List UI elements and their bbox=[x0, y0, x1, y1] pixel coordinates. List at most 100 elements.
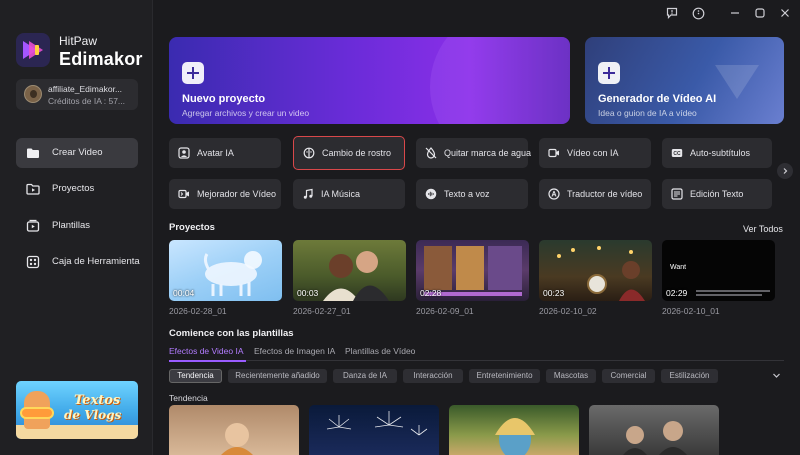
chip-mascotas[interactable]: Mascotas bbox=[546, 369, 596, 383]
brand-name: Edimakor bbox=[59, 49, 143, 69]
promo-banner[interactable]: Textos de Vlogs bbox=[16, 381, 138, 439]
plus-icon bbox=[598, 62, 620, 84]
project-date: 2026-02-28_01 bbox=[169, 306, 227, 316]
menu-button[interactable] bbox=[691, 6, 705, 20]
project-date: 2026-02-10_02 bbox=[539, 306, 597, 316]
close-icon bbox=[781, 9, 789, 17]
promo-title-2: de Vlogs bbox=[64, 408, 122, 422]
tools-next-button[interactable] bbox=[777, 163, 793, 179]
tab-plantillas-video[interactable]: Plantillas de Vídeo bbox=[345, 346, 415, 356]
tool-label: Traductor de vídeo bbox=[567, 189, 643, 199]
tool-edicion-texto[interactable]: Edición Texto bbox=[662, 179, 772, 209]
new-project-card[interactable]: Nuevo proyecto Agregar archivos y crear … bbox=[169, 37, 570, 124]
project-thumbnail[interactable]: 02:28 bbox=[416, 240, 529, 301]
tool-label: Auto-subtítulos bbox=[690, 148, 751, 158]
template-card[interactable] bbox=[309, 405, 439, 455]
folder-play-icon bbox=[26, 183, 40, 195]
template-card[interactable] bbox=[169, 405, 299, 455]
tool-label: Avatar IA bbox=[197, 148, 234, 158]
project-thumbnail[interactable]: Want 02:29 bbox=[662, 240, 775, 301]
tab-efectos-video-ia[interactable]: Efectos de Video IA bbox=[169, 346, 244, 356]
nav-item-crear-video[interactable]: Crear Video bbox=[16, 138, 138, 168]
nav-item-caja-herramienta[interactable]: Caja de Herramienta bbox=[16, 247, 140, 277]
nav-item-plantillas[interactable]: Plantillas bbox=[16, 211, 138, 241]
app-window: HitPaw Edimakor affiliate_Edimakor... Cr… bbox=[0, 0, 800, 455]
text-edit-icon bbox=[671, 188, 683, 200]
feedback-button[interactable] bbox=[665, 6, 679, 20]
sidebar: HitPaw Edimakor affiliate_Edimakor... Cr… bbox=[0, 0, 153, 455]
template-card[interactable] bbox=[589, 405, 719, 455]
maximize-button[interactable] bbox=[753, 6, 767, 20]
ai-generator-subtitle: Idea o guion de IA a vídeo bbox=[598, 108, 697, 118]
tool-traductor-video[interactable]: Traductor de vídeo bbox=[539, 179, 651, 209]
more-circle-icon bbox=[692, 7, 704, 19]
minimize-button[interactable] bbox=[728, 6, 742, 20]
video-ai-icon bbox=[548, 148, 559, 158]
project-duration: 02:28 bbox=[420, 288, 442, 298]
music-icon bbox=[303, 188, 313, 199]
tool-mejorador-video[interactable]: Mejorador de Vídeo bbox=[169, 179, 281, 209]
waveform-icon bbox=[425, 188, 437, 200]
chip-tendencia[interactable]: Tendencia bbox=[169, 369, 222, 383]
project-duration: 00:23 bbox=[543, 288, 565, 298]
tool-auto-subtitulos[interactable]: CC Auto-subtítulos bbox=[662, 138, 772, 168]
new-project-title: Nuevo proyecto bbox=[182, 93, 266, 105]
trending-label: Tendencia bbox=[169, 393, 208, 403]
project-thumbnail[interactable]: 00:04 bbox=[169, 240, 282, 301]
nav-item-proyectos[interactable]: Proyectos bbox=[16, 174, 138, 204]
fireworks-image bbox=[326, 411, 428, 436]
see-all-link[interactable]: Ver Todos bbox=[743, 224, 783, 234]
chip-danza-ia[interactable]: Danza de IA bbox=[333, 369, 397, 383]
tool-avatar-ia[interactable]: Avatar IA bbox=[169, 138, 281, 168]
template-card[interactable] bbox=[449, 405, 579, 455]
face-swap-icon bbox=[303, 147, 315, 159]
tool-quitar-marca-agua[interactable]: Quitar marca de agua bbox=[416, 138, 532, 168]
tab-efectos-imagen-ia[interactable]: Efectos de Imagen IA bbox=[254, 346, 335, 356]
active-tab-indicator bbox=[169, 360, 246, 362]
nav-label: Plantillas bbox=[52, 220, 91, 231]
tool-label: Cambio de rostro bbox=[322, 148, 392, 158]
account-panel[interactable]: affiliate_Edimakor... Créditos de IA : 5… bbox=[16, 79, 138, 110]
chip-recientemente[interactable]: Recientemente añadido bbox=[228, 369, 327, 383]
promo-title-1: Textos bbox=[74, 393, 121, 408]
project-thumbnail[interactable]: 00:03 bbox=[293, 240, 406, 301]
project-duration: 00:04 bbox=[173, 288, 195, 298]
project-duration: 00:03 bbox=[297, 288, 319, 298]
folder-icon bbox=[27, 148, 39, 158]
chip-estilizacion[interactable]: Estilización bbox=[661, 369, 718, 383]
chip-entretenimiento[interactable]: Entretenimiento bbox=[469, 369, 540, 383]
tool-video-con-ia[interactable]: Vídeo con IA bbox=[539, 138, 651, 168]
projects-title: Proyectos bbox=[169, 222, 215, 233]
baby-photo bbox=[221, 423, 253, 455]
expand-chips-button[interactable] bbox=[769, 368, 784, 383]
project-thumbnail[interactable]: 00:23 bbox=[539, 240, 652, 301]
chip-interaccion[interactable]: Interacción bbox=[403, 369, 463, 383]
project-date: 2026-02-09_01 bbox=[416, 306, 474, 316]
close-button[interactable] bbox=[778, 6, 792, 20]
svg-text:CC: CC bbox=[673, 151, 681, 157]
video-enhance-icon bbox=[178, 189, 189, 199]
nav-label: Caja de Herramienta bbox=[52, 256, 140, 267]
ai-generator-title: Generador de Vídeo AI bbox=[598, 93, 717, 105]
chevron-right-icon bbox=[783, 168, 788, 174]
tool-ia-musica[interactable]: IA Música bbox=[293, 179, 405, 209]
tool-label: Vídeo con IA bbox=[567, 148, 619, 158]
project-duration: 02:29 bbox=[666, 288, 688, 298]
plus-icon bbox=[182, 62, 204, 84]
tool-label: Quitar marca de agua bbox=[444, 148, 532, 158]
tool-cambio-de-rostro[interactable]: Cambio de rostro bbox=[293, 136, 405, 170]
tool-label: Texto a voz bbox=[444, 189, 490, 199]
tool-label: IA Música bbox=[321, 189, 361, 199]
chat-icon bbox=[666, 7, 678, 19]
chip-comercial[interactable]: Comercial bbox=[602, 369, 655, 383]
tool-label: Mejorador de Vídeo bbox=[197, 189, 277, 199]
ai-credits: Créditos de IA : 57... bbox=[48, 96, 126, 106]
tool-texto-a-voz[interactable]: Texto a voz bbox=[416, 179, 528, 209]
cc-icon: CC bbox=[671, 149, 683, 157]
ai-video-generator-card[interactable]: Generador de Vídeo AI Idea o guion de IA… bbox=[585, 37, 784, 124]
eraser-icon bbox=[425, 147, 437, 159]
templates-title: Comience con las plantillas bbox=[169, 328, 294, 339]
project-date: 2026-02-27_01 bbox=[293, 306, 351, 316]
avatar-icon bbox=[178, 147, 190, 159]
avatar-character-image bbox=[495, 418, 535, 455]
